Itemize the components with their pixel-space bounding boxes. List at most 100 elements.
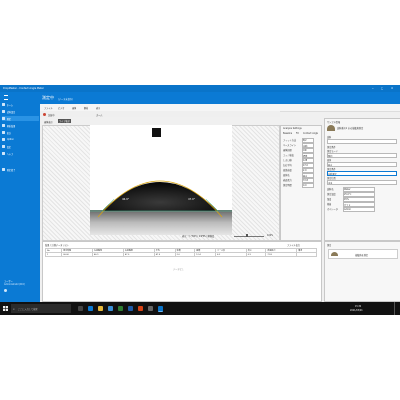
tab-fit[interactable]: Fit (296, 132, 299, 135)
powerpoint-icon[interactable] (138, 306, 143, 311)
table-row[interactable]: 1 00:00 46.9 47.0 47.0 2.0 12.4 4.2 0.9 … (44, 252, 317, 257)
results-title: 結果 / 計測データリスト (45, 244, 70, 247)
sidebar: ホーム 試料設定 測定 解析結果 統計 Option 設定 ヘルプ 測定終了 ユ… (0, 92, 40, 302)
sidebar-item-results[interactable]: 解析結果 (2, 123, 39, 128)
secondary-label: 試料名 (327, 188, 334, 191)
page-header: 測定中 (データ未保存) (40, 92, 400, 104)
sample-id: 試料番号1 水の接触角測定 (337, 127, 364, 130)
substrate (90, 210, 232, 235)
sidebar-item-help[interactable]: ヘルプ (2, 151, 39, 156)
task-view-icon[interactable] (78, 306, 83, 311)
search-placeholder: ここに入力して検索 (18, 308, 38, 311)
table-cell: 0.9 (245, 252, 267, 257)
toolbar-video[interactable]: ビデオ (58, 106, 65, 110)
secondary-value[interactable]: Admin (343, 206, 375, 212)
excel-icon[interactable] (118, 306, 123, 311)
analysis-row-value[interactable]: 0.0 (302, 182, 314, 188)
close-button[interactable]: ✕ (391, 87, 393, 90)
sample-icon (2, 110, 5, 113)
analysis-row-label: 液体名 (283, 174, 290, 177)
summary-title: 測定 (327, 244, 332, 247)
field-value[interactable]: 純水 (327, 162, 397, 168)
clock-time: 15:34 (355, 304, 362, 308)
table-cell: 47.0 (122, 252, 155, 257)
clock-date: 2021/03/01 (350, 308, 363, 312)
page-title: 測定中 (42, 95, 54, 100)
field-value[interactable]: 静的 (327, 153, 397, 159)
sample-panel: サンプル情報 試料番号1 水の接触角測定 試料 測定条件 測定モード 静的 液体… (324, 118, 400, 241)
sidebar-item-statistics[interactable]: 統計 (2, 130, 39, 135)
droplet-image: 46.9° 47.0° (90, 125, 232, 235)
sample-thumbnail (327, 125, 335, 131)
toolbar-view[interactable]: 表示 (96, 106, 100, 110)
image-status-text: 表示：Y (TOP) / 24FPS / 解像度 (182, 235, 215, 238)
sidebar-item-measure[interactable]: 測定 (2, 116, 39, 121)
table-cell: 12.4 (194, 252, 217, 257)
toolbar-image[interactable]: 画像 (72, 106, 76, 110)
sample-panel-title: サンプル情報 (327, 121, 341, 124)
home-icon (2, 103, 5, 106)
toolbar-analysis[interactable]: 解析 (84, 106, 88, 110)
record-status: 記録中 (48, 113, 55, 117)
app-window: DropMaster - Contact Angle Meter ─ □ ✕ ホ… (0, 85, 400, 302)
empty-text: データなし (173, 268, 184, 271)
zoom-label[interactable]: ズーム (96, 113, 103, 117)
maximize-button[interactable]: □ (381, 87, 383, 90)
mail-icon[interactable] (108, 306, 113, 311)
sample-select[interactable] (327, 139, 397, 145)
window-title: DropMaster - Contact Angle Meter (3, 87, 44, 90)
tab-live[interactable]: ライブ表示 (58, 119, 71, 123)
tab-baseline[interactable]: Baseline (283, 132, 292, 135)
taskbar-search[interactable]: ⌕ ここに入力して検索 (11, 304, 71, 313)
field-value[interactable]: 中央 (327, 180, 397, 186)
user-icon[interactable] (4, 289, 7, 292)
windows-start-icon[interactable] (3, 306, 8, 311)
sidebar-item-home[interactable]: ホーム (2, 102, 39, 107)
table-cell: 00:00 (61, 252, 93, 257)
image-statusbar: 表示：Y (TOP) / 24FPS / 解像度 100% (42, 233, 278, 238)
file-explorer-icon[interactable] (98, 306, 103, 311)
table-cell: 47.0 (153, 252, 176, 257)
measure-button-label: 接触角を測定 (355, 253, 369, 257)
active-app-icon[interactable] (158, 306, 163, 312)
analysis-row-label: 表面張力 (283, 179, 292, 182)
analysis-row-label: しきい値 (283, 159, 292, 162)
analysis-row-label: 液滴容量 (283, 169, 292, 172)
sidebar-item-settings[interactable]: 設定 (2, 144, 39, 149)
toolbar-file[interactable]: ファイル (44, 106, 53, 110)
minimize-button[interactable]: ─ (372, 87, 374, 90)
table-cell: 46.9 (91, 252, 124, 257)
results-table: No 測定時間 左接触角 右接触角 平均 体積 面積 ベース長 高さ 表面張力 … (44, 248, 317, 257)
table-cell: 2.0 (174, 252, 196, 257)
analysis-panel-title: Analysis Settings (283, 127, 302, 130)
show-desktop-button[interactable] (394, 302, 395, 315)
results-panel: 結果 / 計測データリスト ファイル出力 No 測定時間 左接触角 右接触角 平… (42, 241, 322, 302)
measure-button-card[interactable]: 接触角を測定 (328, 249, 398, 259)
sidebar-item-option[interactable]: Option (2, 137, 39, 142)
record-icon[interactable] (43, 112, 46, 116)
sidebar-item-sample[interactable]: 試料設定 (2, 109, 39, 114)
taskbar: ⌕ ここに入力して検索 15:34 2021/03/01 (0, 302, 400, 315)
app-icon[interactable] (148, 306, 153, 311)
tab-contact-angle[interactable]: Contact Angle (303, 132, 318, 135)
tab-image[interactable]: 画像表示 (44, 120, 53, 124)
results-export-button[interactable]: ファイル出力 (287, 243, 300, 247)
word-icon[interactable] (128, 306, 133, 311)
secondary-label: 基板 (327, 203, 332, 206)
zoom-slider[interactable] (234, 235, 264, 236)
toolbar-secondary: 記録中 ズーム (40, 111, 280, 117)
left-angle-label: 46.9° (122, 198, 130, 201)
measure-icon (2, 117, 5, 120)
analysis-row-label: 左右平均 (283, 164, 292, 167)
sidebar-item-exit[interactable]: 測定終了 (2, 167, 39, 172)
edge-browser-icon[interactable] (88, 306, 93, 311)
statistics-icon (2, 131, 5, 134)
field-value[interactable]: 自動測定 (327, 171, 397, 177)
right-angle-label: 47.0° (188, 198, 196, 201)
menu-icon[interactable] (4, 95, 8, 100)
title-bar: DropMaster - Contact Angle Meter ─ □ ✕ (0, 85, 400, 92)
zoom-slider-handle[interactable] (246, 234, 248, 237)
droplet-svg (90, 128, 232, 235)
analysis-row-label: エッジ検出 (283, 154, 294, 157)
gear-icon (2, 145, 5, 148)
